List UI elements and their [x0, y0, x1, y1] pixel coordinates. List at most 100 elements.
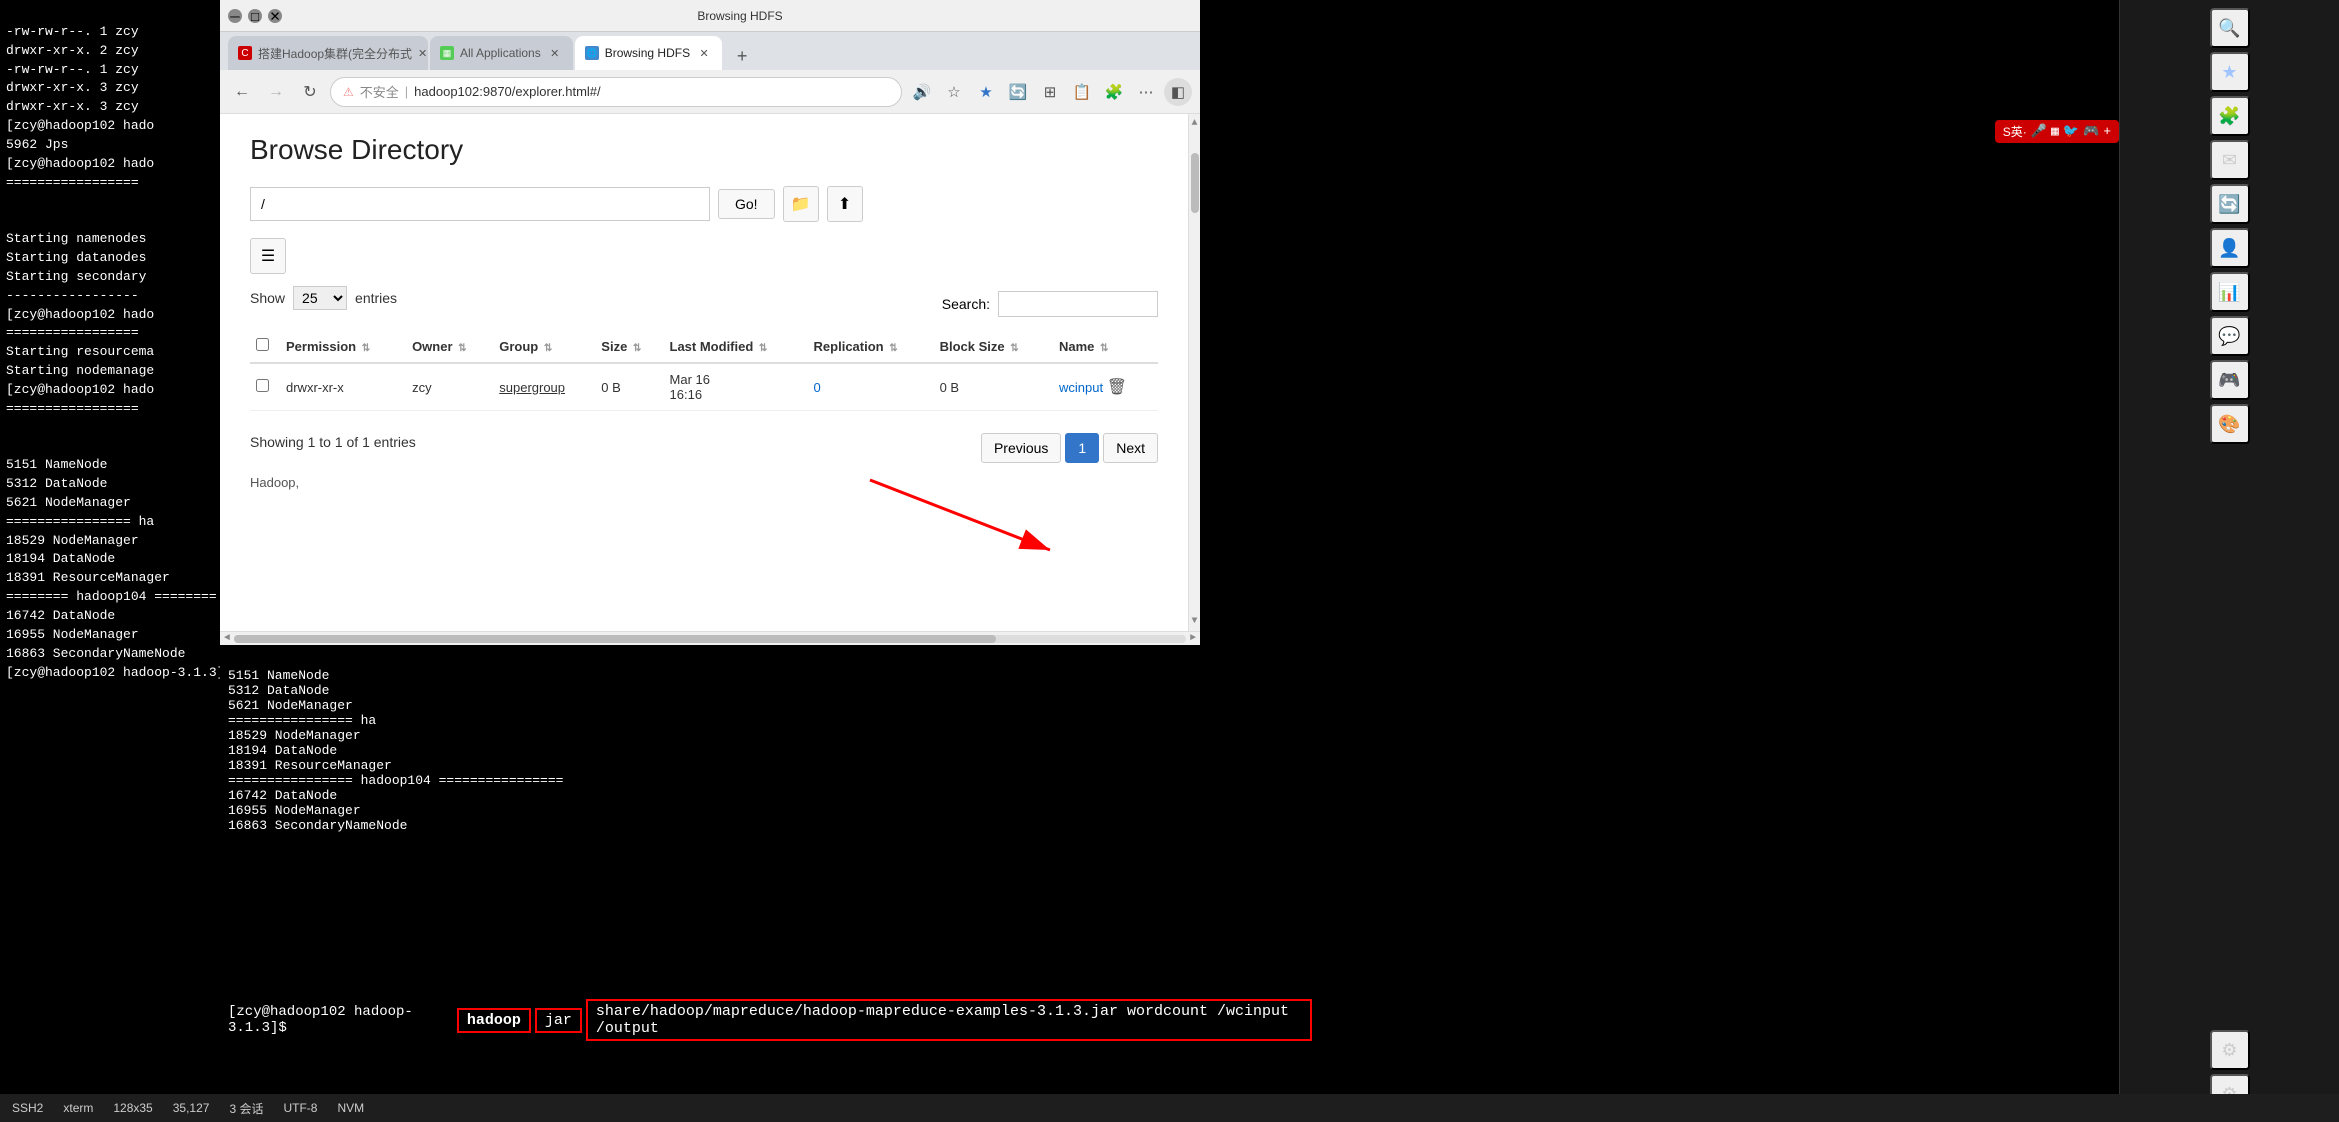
close-button[interactable]: ✕	[268, 9, 282, 23]
back-button[interactable]: ←	[228, 78, 256, 106]
terminal-line: 5621 NodeManager	[6, 495, 131, 510]
col-last-modified[interactable]: Last Modified ⇅	[664, 330, 808, 363]
terminal-line: 5962 Jps	[6, 137, 68, 152]
search-input[interactable]	[998, 291, 1158, 317]
new-tab-button[interactable]: +	[728, 42, 756, 70]
replication-link[interactable]: 0	[814, 380, 821, 395]
terminal-line: 18194 DataNode	[228, 743, 337, 758]
tab1-close-button[interactable]: ✕	[418, 45, 427, 61]
extensions-sidebar-button[interactable]: 🧩	[2210, 96, 2250, 136]
favorites-button[interactable]: ★	[972, 78, 1000, 106]
cell-permission: drwxr-xr-x	[280, 363, 406, 411]
cell-owner: zcy	[406, 363, 493, 411]
more-options-button[interactable]: ⋯	[1132, 78, 1160, 106]
row-checkbox[interactable]	[256, 379, 269, 392]
cell-replication: 0	[808, 363, 934, 411]
paint-sidebar-button[interactable]: 🎨	[2210, 404, 2250, 444]
reload-button[interactable]: ↻	[296, 78, 324, 106]
office-sidebar-button[interactable]: 📊	[2210, 272, 2250, 312]
go-button[interactable]: Go!	[718, 189, 775, 219]
command-line-area: [zcy@hadoop102 hadoop-3.1.3]$ hadoop jar…	[220, 990, 1320, 1050]
browser-action-sidebar[interactable]: 🔄	[2210, 184, 2250, 224]
path-input[interactable]	[250, 187, 710, 221]
scroll-left-arrow[interactable]: ◄	[224, 633, 230, 644]
delete-icon[interactable]: 🗑	[1107, 379, 1127, 396]
table-controls: Show 25 50 100 entries Search:	[250, 286, 1158, 322]
status-bar: SSH2 xterm 128x35 35,127 3 会话 UTF-8 NVM	[0, 1094, 2339, 1122]
browser-scrollbar[interactable]: ▲ ▼	[1188, 114, 1200, 631]
sessions-label: 3 会话	[229, 1100, 263, 1117]
footer-text: Hadoop,	[250, 475, 1158, 490]
customize-sidebar-button[interactable]: ⚙	[2210, 1030, 2250, 1070]
ssh2-label: SSH2	[12, 1101, 43, 1115]
cell-last-modified: Mar 1616:16	[664, 363, 808, 411]
col-replication[interactable]: Replication ⇅	[808, 330, 934, 363]
browser-action1[interactable]: 🔄	[1004, 78, 1032, 106]
upload-icon-button[interactable]: ⬆	[827, 186, 863, 222]
minimize-button[interactable]: ─	[228, 9, 242, 23]
next-button[interactable]: Next	[1103, 433, 1158, 463]
horizontal-scrollbar-track[interactable]	[234, 635, 1186, 643]
search-sidebar-button[interactable]: 🔍	[2210, 8, 2250, 48]
showing-text: Showing 1 to 1 of 1 entries	[250, 434, 416, 450]
browser-content: Browse Directory Go! 📁 ⬆ ☰ Show 25 50 10…	[220, 114, 1200, 631]
tab3-close-button[interactable]: ✕	[696, 45, 712, 61]
split-screen-button[interactable]: ⊞	[1036, 78, 1064, 106]
page-1-button[interactable]: 1	[1065, 433, 1099, 463]
terminal-line: [zcy@hadoop102 hado	[6, 156, 154, 171]
terminal-line: 16742 DataNode	[6, 608, 115, 623]
scroll-right-arrow[interactable]: ►	[1190, 633, 1196, 644]
previous-button[interactable]: Previous	[981, 433, 1061, 463]
terminal-line: Starting secondary	[6, 269, 146, 284]
terminal-line: 18391 ResourceManager	[228, 758, 392, 773]
select-all-checkbox[interactable]	[256, 338, 269, 351]
col-permission[interactable]: Permission ⇅	[280, 330, 406, 363]
terminal-line: -----------------	[6, 288, 139, 303]
col-owner[interactable]: Owner ⇅	[406, 330, 493, 363]
tab-browsing-hdfs[interactable]: 🌐 Browsing HDFS ✕	[575, 36, 722, 70]
ssh2-status: SSH2	[12, 1101, 43, 1115]
terminal-line: 5312 DataNode	[6, 476, 107, 491]
address-input-container[interactable]: ⚠ 不安全 | hadoop102:9870/explorer.html#/	[330, 77, 902, 107]
favorites-sidebar-button[interactable]: ★	[2210, 52, 2250, 92]
mail-sidebar-button[interactable]: ✉	[2210, 140, 2250, 180]
scrollbar-thumb[interactable]	[1191, 153, 1199, 213]
col-group[interactable]: Group ⇅	[493, 330, 595, 363]
pagination-controls: Previous 1 Next	[981, 433, 1158, 463]
page-content-area: Browse Directory Go! 📁 ⬆ ☰ Show 25 50 10…	[220, 114, 1188, 631]
bookmark-button[interactable]: ☆	[940, 78, 968, 106]
tab2-close-button[interactable]: ✕	[547, 45, 563, 61]
read-aloud-button[interactable]: 🔊	[908, 78, 936, 106]
table-row: drwxr-xr-x zcy supergroup 0 B Mar 1616:1…	[250, 363, 1158, 411]
show-entries-control: Show 25 50 100 entries	[250, 286, 397, 310]
col-block-size[interactable]: Block Size ⇅	[934, 330, 1053, 363]
horizontal-scrollbar-thumb[interactable]	[234, 635, 996, 643]
teams-sidebar-button[interactable]: 💬	[2210, 316, 2250, 356]
tab-all-applications[interactable]: ▦ All Applications ✕	[430, 36, 573, 70]
jar-command: jar	[535, 1008, 582, 1033]
security-warning-icon: ⚠	[343, 85, 354, 99]
horizontal-scrollbar[interactable]: ◄ ►	[220, 631, 1200, 645]
file-link-wcinput[interactable]: wcinput	[1059, 380, 1103, 395]
scroll-up-arrow[interactable]: ▲	[1191, 114, 1197, 133]
list-view-button[interactable]: ☰	[250, 238, 286, 274]
sidebar-button[interactable]: ◧	[1164, 78, 1192, 106]
user-sidebar-button[interactable]: 👤	[2210, 228, 2250, 268]
col-size[interactable]: Size ⇅	[595, 330, 663, 363]
rest-command: share/hadoop/mapreduce/hadoop-mapreduce-…	[586, 999, 1312, 1041]
folder-icon-button[interactable]: 📁	[783, 186, 819, 222]
terminal-line: 16863 SecondaryNameNode	[228, 818, 407, 833]
forward-button[interactable]: →	[262, 78, 290, 106]
collections-button[interactable]: 📋	[1068, 78, 1096, 106]
entries-select[interactable]: 25 50 100	[293, 286, 347, 310]
scroll-down-arrow[interactable]: ▼	[1191, 612, 1197, 631]
tab-hadoop[interactable]: C 搭建Hadoop集群(完全分布式 ✕	[228, 36, 428, 70]
terminal-line: 5621 NodeManager	[228, 698, 353, 713]
terminal-line: -rw-rw-r--. 1 zcy	[6, 24, 139, 39]
terminal-line: 5312 DataNode	[228, 683, 329, 698]
game-sidebar-button[interactable]: 🎮	[2210, 360, 2250, 400]
url-display: hadoop102:9870/explorer.html#/	[414, 84, 600, 99]
extensions-button[interactable]: 🧩	[1100, 78, 1128, 106]
col-name[interactable]: Name ⇅	[1053, 330, 1158, 363]
maximize-button[interactable]: □	[248, 9, 262, 23]
